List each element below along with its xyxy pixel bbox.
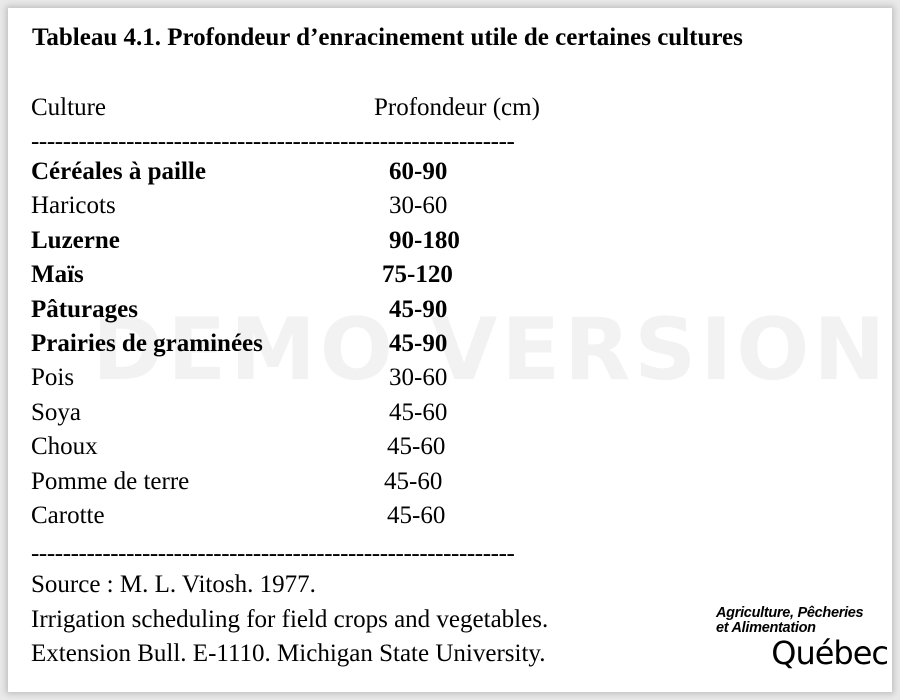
- table-row: Haricots 30-60: [31, 192, 631, 226]
- culture-name: Haricots: [31, 192, 116, 220]
- culture-name: Pois: [31, 364, 75, 392]
- table-row: Pâturages 45-90: [31, 296, 631, 330]
- table-row: Prairies de graminées 45-90: [31, 330, 631, 364]
- table-row: Pomme de terre 45-60: [31, 468, 631, 502]
- column-header-depth: Profondeur (cm): [374, 94, 540, 121]
- table-row: Céréales à paille 60-90: [31, 158, 631, 192]
- table-row: Soya 45-60: [31, 399, 631, 433]
- table-body: Céréales à paille 60-90 Haricots 30-60 Luzer…: [31, 158, 631, 536]
- quebec-logo: Agriculture, Pêcheries et Alimentation Q…: [708, 605, 889, 672]
- table-row: Luzerne 90-180: [31, 227, 631, 261]
- column-header-culture: Culture: [31, 94, 106, 121]
- root-depth-value: 90-180: [389, 226, 460, 254]
- root-depth-value: 75-120: [382, 261, 453, 289]
- culture-name: Luzerne: [31, 226, 120, 254]
- culture-name: Carotte: [31, 501, 105, 529]
- root-depth-value: 60-90: [389, 158, 448, 185]
- culture-name: Prairies de graminées: [31, 329, 263, 357]
- culture-name: Céréales à paille: [31, 158, 206, 185]
- culture-name: Choux: [31, 433, 98, 461]
- root-depth-value: 45-90: [389, 329, 448, 357]
- root-depth-value: 30-60: [389, 364, 448, 392]
- table-row: Carotte 45-60: [31, 502, 631, 536]
- root-depth-value: 30-60: [389, 192, 448, 220]
- culture-name: Pomme de terre: [31, 467, 190, 495]
- root-depth-value: 45-60: [389, 398, 448, 426]
- root-depth-value: 45-90: [389, 295, 448, 323]
- root-depth-value: 45-60: [387, 433, 446, 461]
- source-line: Irrigation scheduling for field crops an…: [31, 605, 549, 633]
- separator-top: ----------------------------------------…: [31, 129, 515, 154]
- root-depth-value: 45-60: [384, 467, 443, 495]
- separator-bottom: ----------------------------------------…: [31, 541, 515, 566]
- table-title: Tableau 4.1. Profondeur d’enracinement u…: [32, 24, 743, 51]
- logo-wordmark: Québec: [771, 634, 889, 672]
- table-row: Maïs 75-120: [31, 261, 631, 295]
- culture-name: Pâturages: [31, 295, 138, 323]
- culture-name: Soya: [31, 398, 81, 426]
- source-line: Source : M. L. Vitosh. 1977.: [31, 571, 316, 598]
- table-row: Pois 30-60: [31, 364, 631, 398]
- culture-name: Maïs: [31, 261, 84, 289]
- source-line: Extension Bull. E-1110. Michigan State U…: [31, 640, 546, 667]
- source-citation: Source : M. L. Vitosh. 1977. Irrigation …: [31, 568, 548, 672]
- document-card: DEMO VERSION Tableau 4.1. Profondeur d’e…: [8, 8, 892, 692]
- logo-line: Agriculture, Pêcheries: [716, 605, 864, 621]
- table-row: Choux 45-60: [31, 433, 631, 467]
- root-depth-value: 45-60: [387, 501, 446, 529]
